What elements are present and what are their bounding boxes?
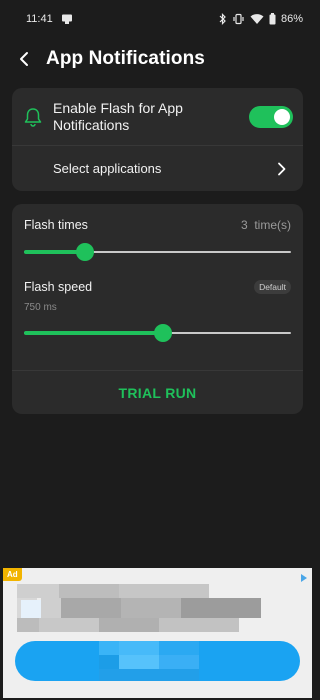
trial-run-row: TRIAL RUN [12, 370, 303, 414]
enable-flash-toggle[interactable] [249, 105, 293, 128]
battery-icon [269, 13, 276, 25]
enable-card: Enable Flash for App Notifications Selec… [12, 88, 303, 191]
battery-percent: 86% [280, 13, 303, 25]
flash-times-title: Flash times [24, 218, 88, 232]
bell-icon [22, 106, 44, 128]
chevron-right-icon [275, 162, 289, 176]
back-arrow-icon[interactable] [2, 38, 46, 80]
toggle-knob [274, 108, 290, 125]
select-applications-label: Select applications [53, 161, 162, 176]
flash-times-block: Flash times 3 time(s) [12, 204, 303, 262]
trial-run-button[interactable]: TRIAL RUN [119, 385, 197, 401]
ad-image-blur [17, 584, 267, 634]
vibrate-icon [232, 13, 245, 25]
flash-times-value: 3 time(s) [240, 218, 291, 232]
status-time: 11:41 [26, 13, 53, 25]
bluetooth-icon [219, 13, 227, 25]
default-badge[interactable]: Default [254, 280, 291, 294]
notification-app-icon [61, 13, 73, 25]
ad-badge: Ad [3, 568, 22, 581]
flash-settings-card: Flash times 3 time(s) Flash speed Defaul… [12, 204, 303, 414]
flash-speed-value: 750 ms [24, 302, 57, 313]
ad-cta-button[interactable] [15, 641, 300, 681]
status-bar: 11:41 86% [0, 0, 315, 38]
app-header: App Notifications [0, 38, 315, 80]
flash-speed-slider[interactable] [24, 323, 291, 343]
enable-flash-label: Enable Flash for App Notifications [53, 99, 183, 133]
flash-speed-title: Flash speed [24, 280, 93, 294]
ad-banner[interactable]: Ad [3, 568, 312, 698]
flash-speed-block: Flash speed Default 750 ms [12, 262, 303, 343]
wifi-icon [250, 13, 264, 25]
page-title: App Notifications [46, 48, 205, 69]
enable-flash-row[interactable]: Enable Flash for App Notifications [12, 88, 303, 146]
slider-thumb[interactable] [153, 324, 172, 342]
flash-times-slider[interactable] [24, 242, 291, 262]
slider-fill [24, 331, 163, 335]
ad-choices-icon[interactable] [299, 570, 309, 582]
slider-thumb[interactable] [76, 243, 95, 261]
select-applications-row[interactable]: Select applications [12, 146, 303, 191]
